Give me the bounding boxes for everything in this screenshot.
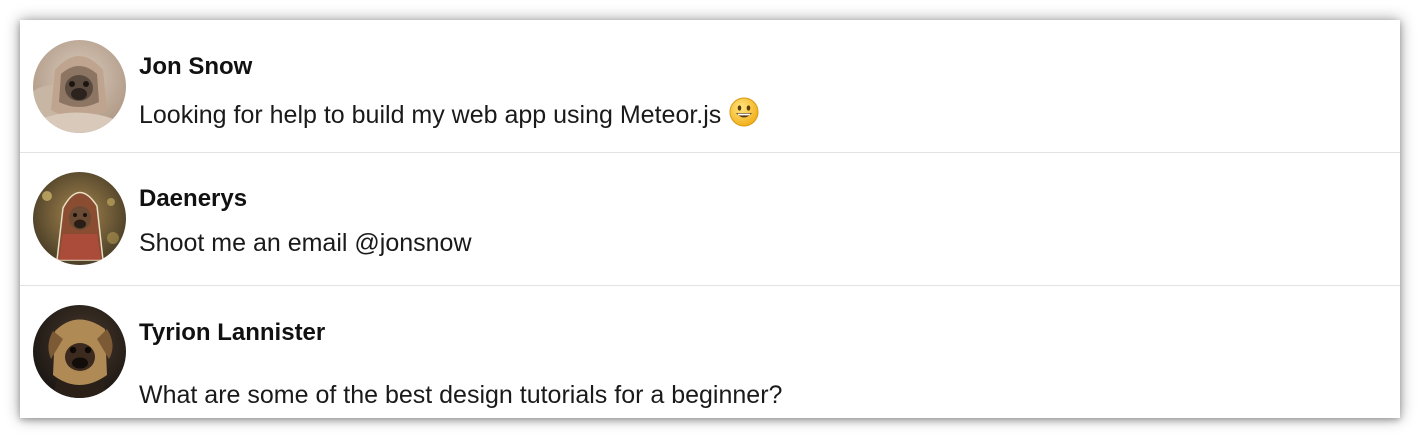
message-preview: Looking for help to build my web app usi… (139, 97, 759, 130)
grinning-face-emoji-icon (729, 97, 759, 127)
list-item[interactable]: Jon Snow Looking for help to build my we… (20, 20, 1400, 153)
sender-name: Tyrion Lannister (139, 319, 326, 346)
pug-blanket-photo (33, 40, 126, 133)
message-preview: Shoot me an email @jonsnow (139, 229, 472, 258)
list-item[interactable]: Daenerys Shoot me an email @jonsnow (20, 153, 1400, 286)
message-text: Looking for help to build my web app usi… (139, 101, 722, 129)
avatar (33, 172, 126, 265)
screenshot-stage: Jon Snow Looking for help to build my we… (0, 0, 1420, 438)
message-text: Shoot me an email @jonsnow (139, 229, 472, 257)
message-list: Jon Snow Looking for help to build my we… (20, 20, 1400, 418)
sender-name: Jon Snow (139, 53, 253, 80)
message-preview: What are some of the best design tutoria… (139, 381, 782, 410)
message-text: What are some of the best design tutoria… (139, 381, 783, 409)
avatar (33, 305, 126, 398)
pug-hood-photo (33, 172, 126, 265)
list-item[interactable]: Tyrion Lannister What are some of the be… (20, 286, 1400, 418)
sender-name: Daenerys (139, 185, 248, 212)
pug-portrait-photo (33, 305, 126, 398)
avatar (33, 40, 126, 133)
